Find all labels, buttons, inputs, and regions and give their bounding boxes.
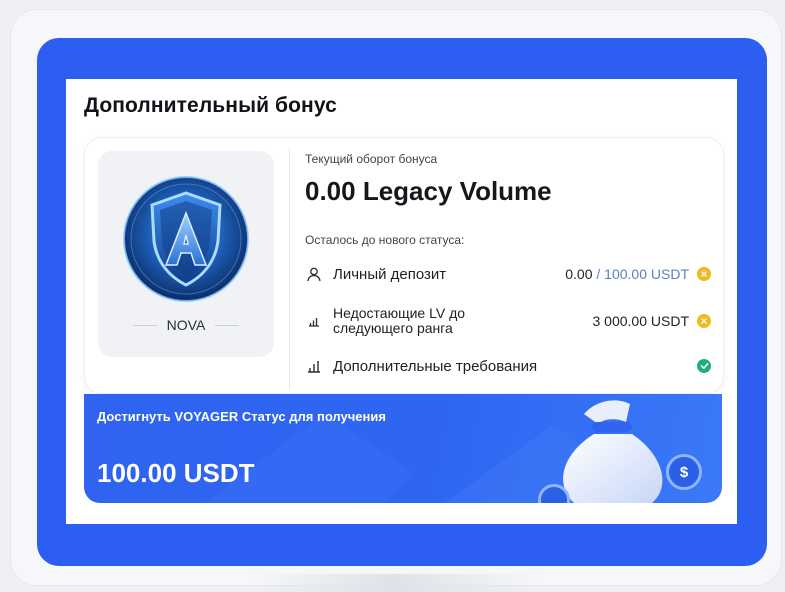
done-status-icon [697,359,711,373]
requirement-additional: Дополнительные требования [305,356,711,376]
requirement-value-current: 0.00 [565,266,593,282]
requirement-personal-deposit: Личный депозит 0.00 / 100.00 USDT [305,264,711,284]
requirement-value: 3 000.00 USDT [592,313,690,329]
reward-amount: 100.00 USDT [97,458,255,488]
nova-badge-icon [123,176,249,302]
requirement-label: Личный депозит [333,265,447,283]
remaining-label: Осталось до нового статуса: [305,233,465,247]
level-name-divider-right [215,324,240,326]
page-title: Дополнительный бонус [84,94,337,117]
bar-chart-icon [305,315,323,327]
requirement-label: Недостающие LV до следующего ранга [333,306,593,336]
requirement-label: Дополнительные требования [333,357,538,375]
requirement-label-line1: Недостающие LV до [333,305,466,321]
bottom-shadow-strip [250,574,540,592]
level-name-text: NOVA [166,317,206,333]
pending-status-icon [697,267,711,281]
current-turnover-label: Текущий оборот бонуса [305,152,438,166]
card-divider [289,148,290,390]
level-name-divider-left [132,324,157,326]
banner-text: Достигнуть VOYAGER Статус для получения [97,409,386,424]
bar-chart-icon [305,359,323,373]
coin-symbol: $ [679,463,689,481]
level-name: NOVA [98,317,274,333]
requirement-value-separator: / [592,266,605,282]
requirement-label-line2: следующего ранга [333,320,453,336]
current-turnover-value: 0.00 Legacy Volume [305,176,552,206]
pending-status-icon [697,314,711,328]
requirement-value: 0.00 / 100.00 USDT [565,266,689,282]
dollar-coin-icon: $ [666,454,702,490]
requirement-missing-lv: Недостающие LV до следующего ранга 3 000.… [305,305,711,337]
requirement-value-target: 100.00 USDT [604,266,689,282]
user-icon [305,267,323,282]
